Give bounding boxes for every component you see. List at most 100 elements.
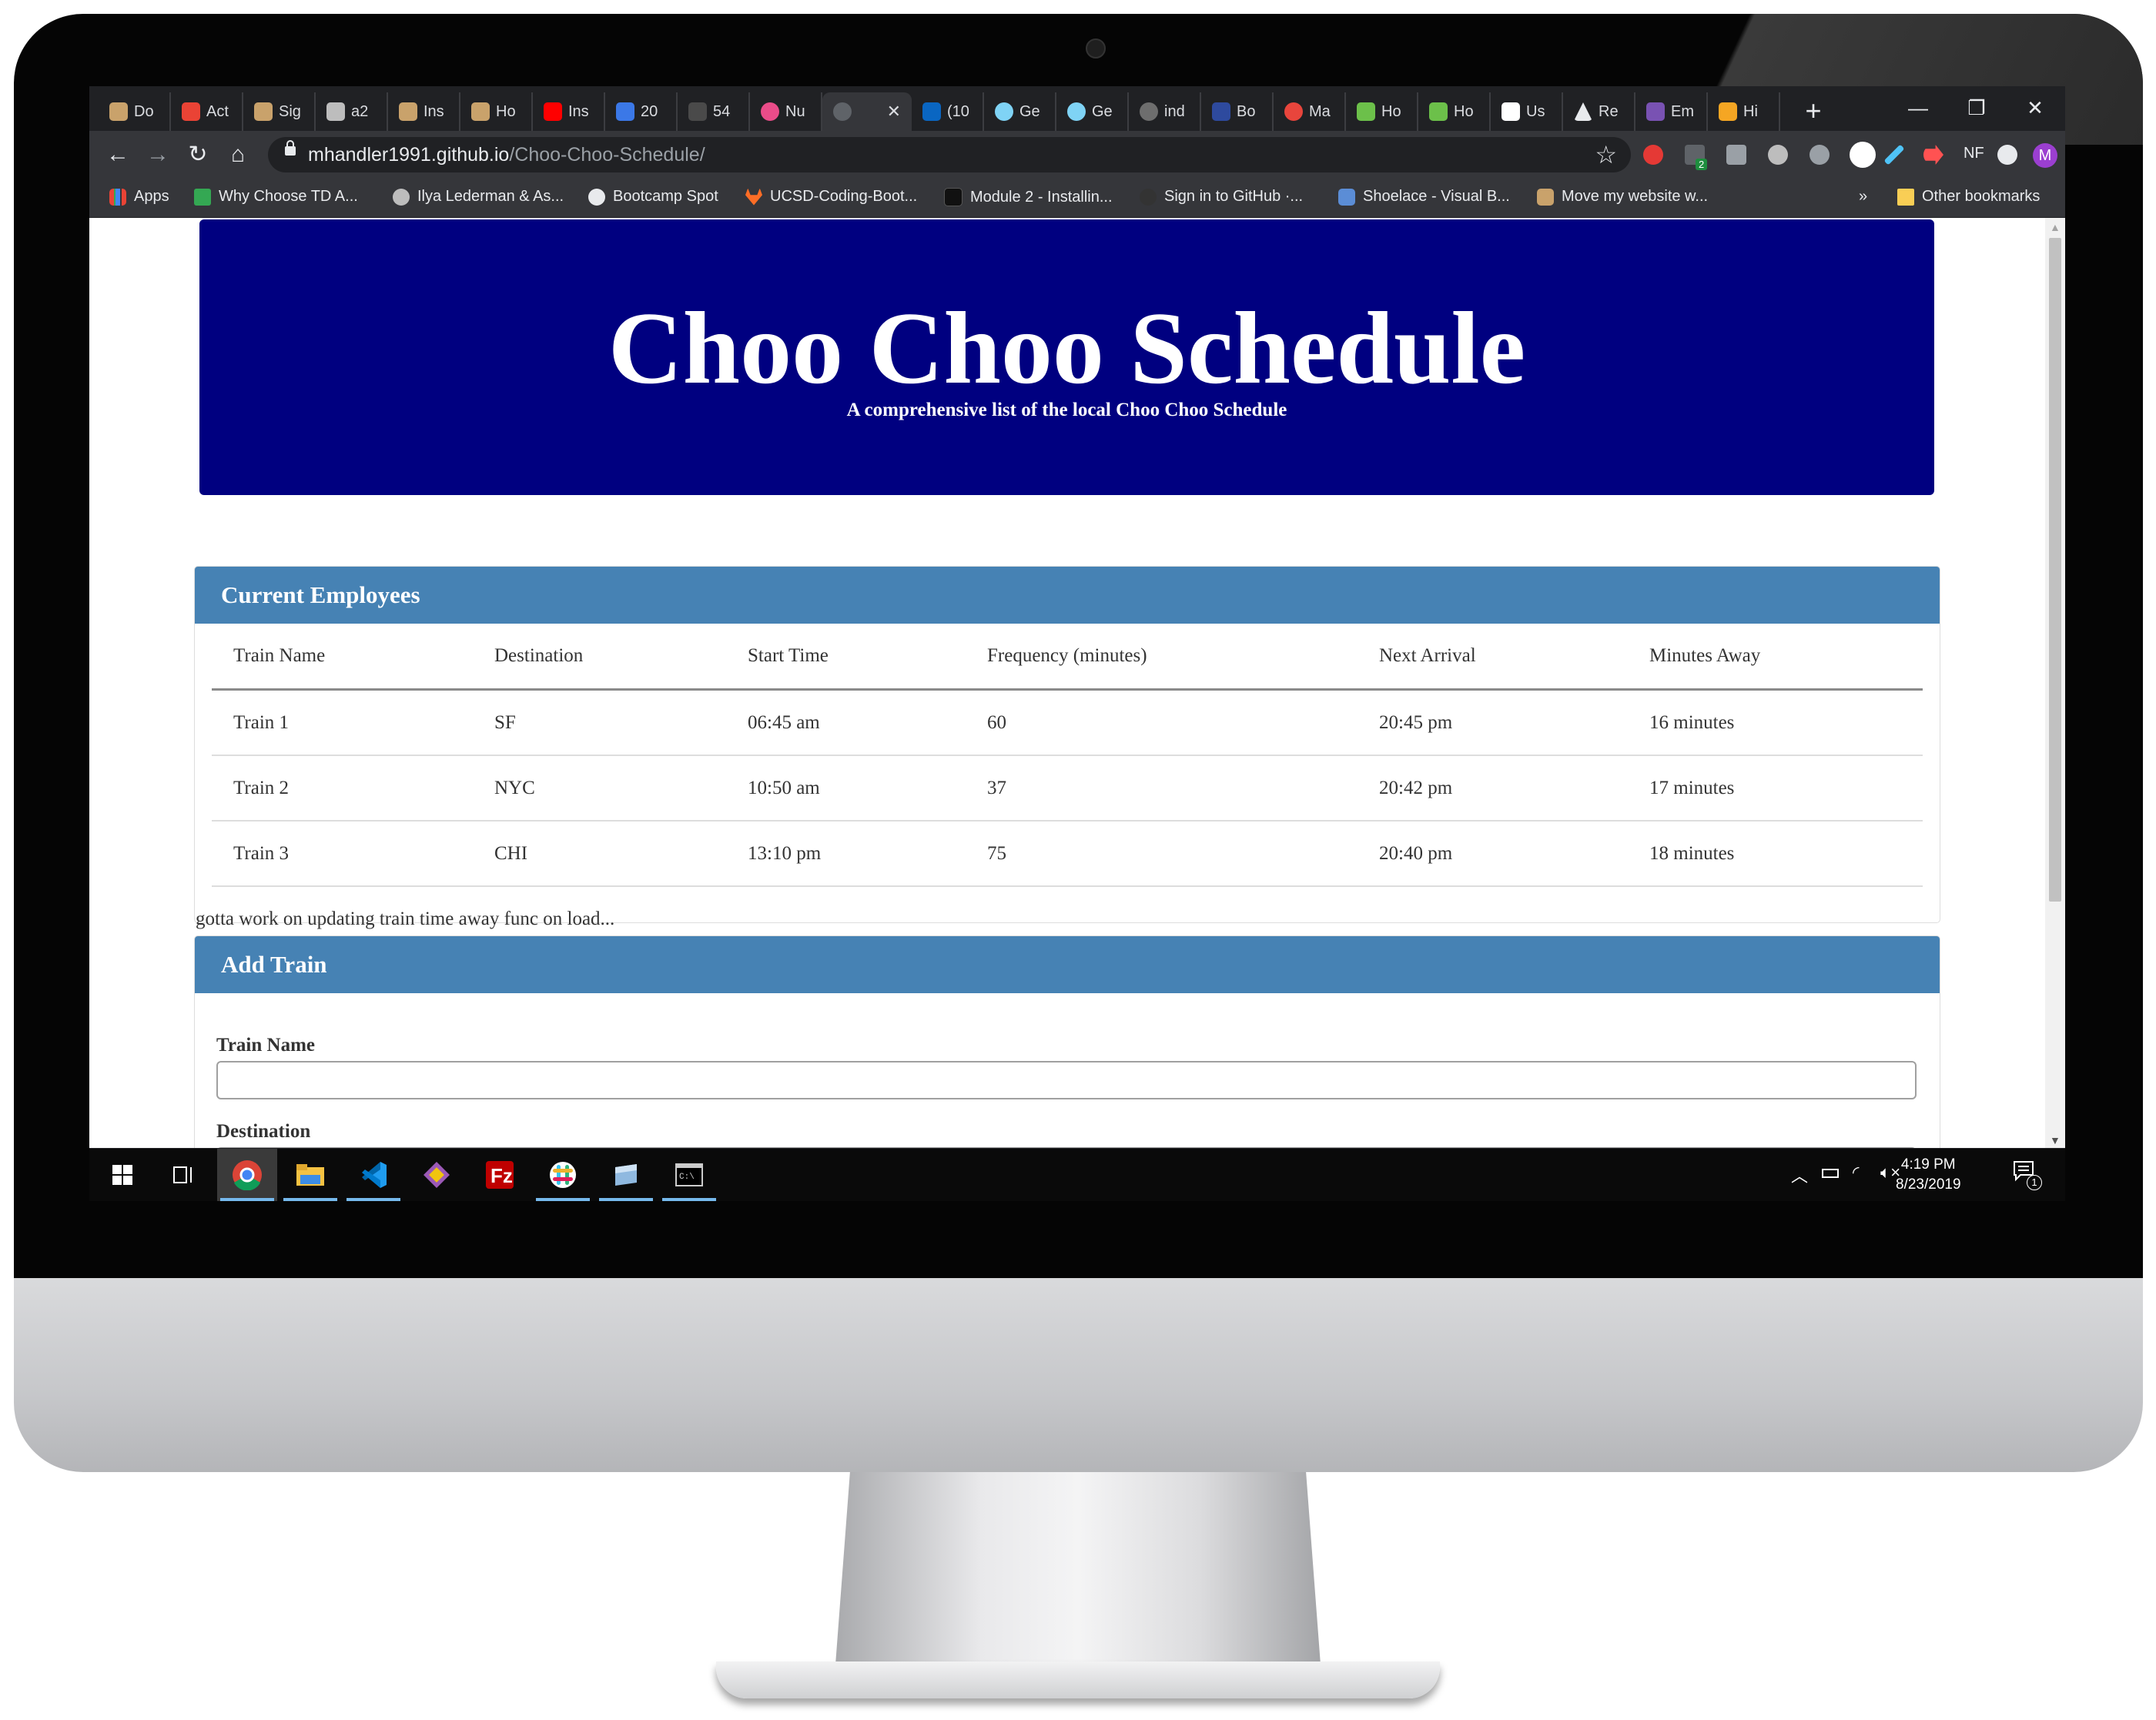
extension-icon[interactable] — [1643, 145, 1663, 165]
avatar[interactable]: M — [2033, 143, 2057, 168]
bookmark-star-icon[interactable]: ☆ — [1595, 140, 1617, 169]
bookmark-item[interactable]: Module 2 - Installin... — [944, 188, 1113, 206]
url-text: mhandler1991.github.io/Choo-Choo-Schedul… — [308, 144, 705, 166]
reload-button[interactable]: ↻ — [182, 139, 214, 171]
clock-date: 8/23/2019 — [1896, 1176, 1961, 1193]
tab[interactable]: Ins — [533, 92, 605, 131]
back-button[interactable]: ← — [102, 139, 134, 171]
tab[interactable]: Ho — [1346, 92, 1418, 131]
chrome-icon — [233, 1160, 262, 1190]
tab-label: Sig — [279, 102, 301, 120]
battery-icon[interactable] — [1822, 1169, 1839, 1178]
table-cell: 75 — [966, 821, 1358, 887]
favicon-icon — [1284, 102, 1303, 121]
globe-icon — [588, 188, 605, 206]
more-menu-icon[interactable]: ⋮ — [2061, 140, 2065, 169]
taskbar-gitkraken[interactable] — [407, 1149, 467, 1201]
tab[interactable]: Ge — [984, 92, 1056, 131]
tab[interactable]: Do — [99, 92, 171, 131]
destination-input[interactable] — [216, 1147, 1917, 1148]
tab[interactable]: Em — [1635, 92, 1708, 131]
minimize-button[interactable]: — — [1891, 91, 1945, 125]
tab[interactable]: ind — [1129, 92, 1201, 131]
filezilla-icon: Fz — [486, 1161, 514, 1189]
tab[interactable]: Ho — [460, 92, 533, 131]
tab[interactable]: Ge — [1056, 92, 1129, 131]
taskbar-terminal[interactable]: C:\ — [659, 1149, 719, 1201]
tab[interactable]: Act — [171, 92, 243, 131]
tab[interactable]: Re — [1563, 92, 1635, 131]
bookmark-item[interactable]: UCSD-Coding-Boot... — [745, 188, 917, 206]
tab[interactable]: (10 — [912, 92, 984, 131]
camera-extension-icon[interactable] — [1726, 145, 1746, 165]
tab[interactable]: Ma — [1274, 92, 1346, 131]
favicon-icon — [1357, 102, 1375, 121]
bookmark-item[interactable]: Move my website w... — [1537, 188, 1708, 206]
gmail-icon — [182, 102, 200, 121]
close-tab-icon[interactable]: ✕ — [887, 102, 901, 122]
taskbar-clock[interactable]: 4:19 PM 8/23/2019 — [1896, 1155, 1961, 1195]
show-hidden-icons-icon[interactable]: ︿ — [1791, 1163, 1808, 1187]
other-bookmarks-folder[interactable]: Other bookmarks — [1897, 188, 2040, 206]
restore-button[interactable]: ❐ — [1950, 91, 2004, 125]
arrow-extension-icon[interactable] — [1923, 145, 1943, 165]
new-tab-button[interactable]: + — [1796, 94, 1830, 128]
extension-icon[interactable] — [1997, 145, 2017, 165]
scrollbar-thumb[interactable] — [2049, 238, 2061, 902]
bookmark-item[interactable]: Ilya Lederman & As... — [393, 188, 564, 206]
tab[interactable]: Ho — [1418, 92, 1491, 131]
table-cell: Train 2 — [212, 755, 473, 822]
extension-icon[interactable] — [1768, 145, 1788, 165]
taskbar-app[interactable] — [596, 1149, 656, 1201]
tab-active[interactable]: ✕ — [822, 92, 912, 131]
scrollbar[interactable]: ▲ ▼ — [2045, 218, 2065, 1148]
train-name-input[interactable] — [216, 1061, 1917, 1099]
task-view-button[interactable] — [154, 1149, 214, 1201]
tab-label: Ge — [1019, 102, 1040, 120]
bookmark-item[interactable]: Sign in to GitHub ·... — [1140, 188, 1303, 206]
bookmark-apps[interactable]: Apps — [109, 188, 169, 206]
tab[interactable]: 20 — [605, 92, 678, 131]
tab[interactable]: Us — [1491, 92, 1563, 131]
address-bar[interactable]: mhandler1991.github.io/Choo-Choo-Schedul… — [268, 137, 1631, 172]
tab[interactable]: Nu — [750, 92, 822, 131]
table-cell: 06:45 am — [726, 689, 966, 756]
destination-label: Destination — [216, 1121, 311, 1142]
bookmark-item[interactable]: Shoelace - Visual B... — [1338, 188, 1510, 206]
taskbar-vscode[interactable] — [343, 1149, 403, 1201]
scroll-down-arrow-icon[interactable]: ▼ — [2050, 1134, 2061, 1146]
bookmark-item[interactable]: Why Choose TD A... — [194, 188, 358, 206]
column-header: Train Name — [212, 624, 473, 691]
tab[interactable]: a2 — [316, 92, 388, 131]
taskbar-file-explorer[interactable] — [280, 1149, 340, 1201]
table-cell: NYC — [473, 755, 726, 822]
bookmark-label: Sign in to GitHub ·... — [1164, 188, 1304, 205]
browser-toolbar: ← → ↻ ⌂ mhandler1991.github.io/Choo-Choo… — [89, 131, 2065, 179]
tab[interactable]: Bo — [1201, 92, 1274, 131]
tab-label: 20 — [641, 102, 658, 120]
wifi-icon[interactable]: ◜ — [1853, 1163, 1860, 1183]
tab[interactable]: Hi — [1708, 92, 1780, 131]
more-bookmarks-button[interactable]: » — [1859, 188, 1867, 206]
nf-extension-icon[interactable]: NF — [1964, 145, 1984, 162]
close-window-button[interactable]: ✕ — [2008, 91, 2062, 125]
taskbar-slack[interactable] — [533, 1149, 593, 1201]
tab-label: Re — [1599, 102, 1619, 120]
home-button[interactable]: ⌂ — [222, 139, 254, 171]
favicon-icon — [995, 102, 1013, 121]
start-button[interactable] — [92, 1149, 152, 1201]
tab[interactable]: 54 — [678, 92, 750, 131]
pen-extension-icon[interactable] — [1883, 144, 1905, 166]
table-row: Train 3 CHI 13:10 pm 75 20:40 pm 18 minu… — [212, 821, 1923, 887]
scroll-up-arrow-icon[interactable]: ▲ — [2050, 221, 2061, 233]
taskbar-chrome[interactable] — [217, 1149, 277, 1201]
taskbar-filezilla[interactable]: Fz — [470, 1149, 530, 1201]
bookmark-item[interactable]: Bootcamp Spot — [588, 188, 718, 206]
extension-icon[interactable] — [1810, 145, 1830, 165]
tab[interactable]: Sig — [243, 92, 316, 131]
tab-label: Bo — [1237, 102, 1256, 120]
tab[interactable]: Ins — [388, 92, 460, 131]
table-cell: CHI — [473, 821, 726, 887]
extension-icon[interactable] — [1850, 142, 1876, 168]
forward-button[interactable]: → — [142, 139, 174, 171]
